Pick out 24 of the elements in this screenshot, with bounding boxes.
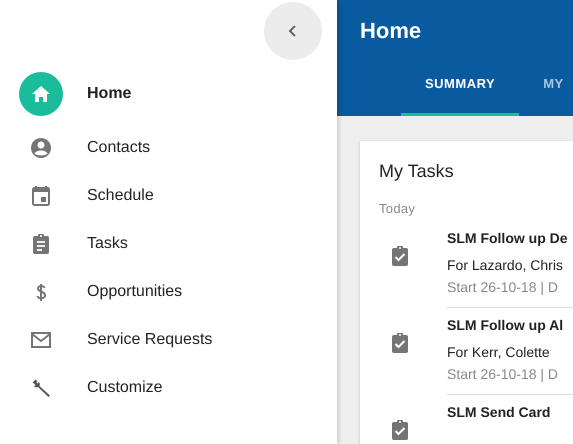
nav-item[interactable]: Tasks bbox=[0, 220, 337, 268]
task-title: SLM Follow up Al bbox=[447, 317, 564, 333]
task-dates: Start 26-10-18 | D bbox=[447, 366, 560, 382]
page-title: Home bbox=[360, 17, 422, 44]
tab[interactable]: SUMMARY bbox=[401, 74, 520, 116]
person-icon bbox=[29, 136, 53, 160]
tab[interactable]: MY bbox=[519, 74, 573, 116]
nav-item[interactable]: Contacts bbox=[0, 124, 337, 172]
nav-item[interactable]: Service Requests bbox=[0, 316, 337, 364]
card-title: My Tasks bbox=[379, 161, 455, 182]
task-item[interactable]: SLM Follow up Al For Kerr, Colette Start 26-10-18 | D bbox=[379, 317, 573, 395]
task-contact: For Lazardo, Chris bbox=[447, 257, 564, 273]
task-item[interactable]: SLM Send Card bbox=[379, 404, 573, 444]
section-label: Today bbox=[379, 201, 416, 216]
nav-item[interactable]: Opportunities bbox=[0, 268, 337, 316]
nav-item[interactable]: Home bbox=[0, 72, 337, 116]
calendar-icon bbox=[29, 184, 53, 208]
nav-item[interactable]: Schedule bbox=[0, 172, 337, 220]
nav-item[interactable]: Customize bbox=[0, 364, 337, 412]
task-item[interactable]: SLM Follow up De For Lazardo, Chris Start 26-10-18 | D bbox=[379, 230, 573, 308]
task-dates: Start 26-10-18 | D bbox=[447, 279, 560, 295]
task-title: SLM Follow up De bbox=[447, 230, 569, 246]
task-contact: For Kerr, Colette bbox=[447, 344, 551, 360]
task-title: SLM Send Card bbox=[447, 404, 552, 420]
